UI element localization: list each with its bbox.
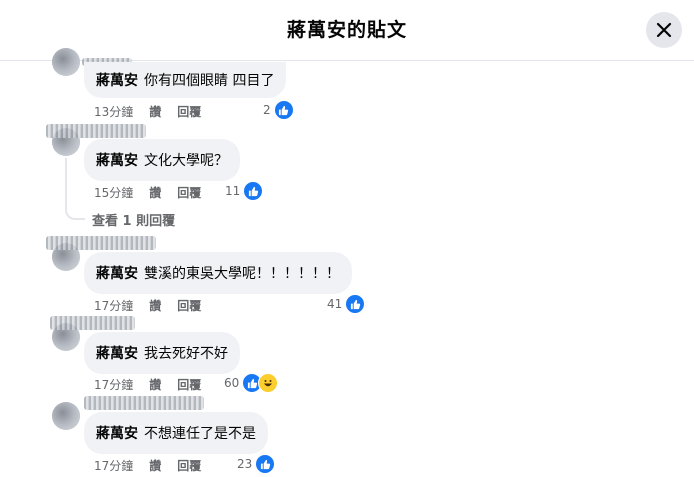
comment-time[interactable]: 13分鐘 <box>94 103 133 120</box>
reaction-count[interactable]: 2 <box>263 100 294 120</box>
comment-text: 不想連任了是不是 <box>144 426 256 442</box>
like-button[interactable]: 讚 <box>149 184 161 201</box>
like-button[interactable]: 讚 <box>149 376 161 393</box>
comment-actions: 17分鐘 讚 回覆 <box>94 297 217 314</box>
comment-text: 我去死好不好 <box>144 346 228 362</box>
comment-author[interactable]: 蔣萬安 <box>96 423 138 443</box>
comment-time[interactable]: 17分鐘 <box>94 457 133 474</box>
comment-bubble: 蔣萬安 文化大學呢？ <box>84 139 240 181</box>
like-reaction-icon <box>243 181 264 201</box>
comment-time[interactable]: 17分鐘 <box>94 376 133 393</box>
reaction-number: 23 <box>237 457 253 471</box>
comment-bubble: 蔣萬安 雙溪的東吳大學呢！！！！！！ <box>84 252 352 294</box>
comment-text: 你有四個眼睛 四目了 <box>144 73 275 89</box>
reaction-number: 41 <box>327 297 343 311</box>
comment-bubble: 蔣萬安 不想連任了是不是 <box>84 412 268 454</box>
reaction-count[interactable]: 41 <box>327 294 366 314</box>
comment-author[interactable]: 蔣萬安 <box>96 150 138 170</box>
comment-author[interactable]: 蔣萬安 <box>96 263 138 283</box>
blurred-commenter-name <box>46 124 146 138</box>
comment-text: 文化大學呢？ <box>144 153 228 169</box>
blurred-commenter-name <box>46 236 156 250</box>
comment-actions: 13分鐘 讚 回覆 <box>94 103 217 120</box>
like-reaction-icon <box>345 294 366 314</box>
reaction-number: 2 <box>263 103 271 117</box>
avatar[interactable] <box>52 48 80 76</box>
blurred-commenter-name <box>50 316 135 330</box>
comment-bubble: 蔣萬安 你有四個眼睛 四目了 <box>84 62 287 98</box>
reaction-count[interactable]: 60 <box>224 373 279 393</box>
reply-button[interactable]: 回覆 <box>177 376 201 393</box>
like-reaction-icon <box>273 100 294 120</box>
reaction-count[interactable]: 23 <box>237 454 276 474</box>
reaction-number: 60 <box>224 376 240 390</box>
view-replies-link[interactable]: 查看 1 則回覆 <box>92 210 175 229</box>
close-icon <box>656 22 672 38</box>
dialog-title: 蔣萬安的貼文 <box>286 19 407 41</box>
haha-reaction-icon <box>258 373 279 393</box>
reply-button[interactable]: 回覆 <box>177 457 201 474</box>
comment-time[interactable]: 15分鐘 <box>94 184 133 201</box>
reaction-count[interactable]: 11 <box>225 181 264 201</box>
comment-time[interactable]: 17分鐘 <box>94 297 133 314</box>
reply-button[interactable]: 回覆 <box>177 297 201 314</box>
like-button[interactable]: 讚 <box>149 103 161 120</box>
reply-button[interactable]: 回覆 <box>177 103 201 120</box>
comment-author[interactable]: 蔣萬安 <box>96 70 138 90</box>
like-button[interactable]: 讚 <box>149 297 161 314</box>
like-reaction-icon <box>255 454 276 474</box>
reply-button[interactable]: 回覆 <box>177 184 201 201</box>
comment-text: 雙溪的東吳大學呢！！！！！！ <box>144 266 340 282</box>
comment-bubble: 蔣萬安 我去死好不好 <box>84 332 240 374</box>
reaction-number: 11 <box>225 184 241 198</box>
thread-connector <box>65 196 85 220</box>
blurred-commenter-name <box>84 396 204 410</box>
avatar[interactable] <box>52 402 80 430</box>
comment-actions: 15分鐘 讚 回覆 <box>94 184 217 201</box>
close-button[interactable] <box>646 12 682 48</box>
dialog-header: 蔣萬安的貼文 <box>0 0 694 61</box>
like-button[interactable]: 讚 <box>149 457 161 474</box>
comment-author[interactable]: 蔣萬安 <box>96 343 138 363</box>
comment-actions: 17分鐘 讚 回覆 <box>94 376 217 393</box>
comment-actions: 17分鐘 讚 回覆 <box>94 457 217 474</box>
